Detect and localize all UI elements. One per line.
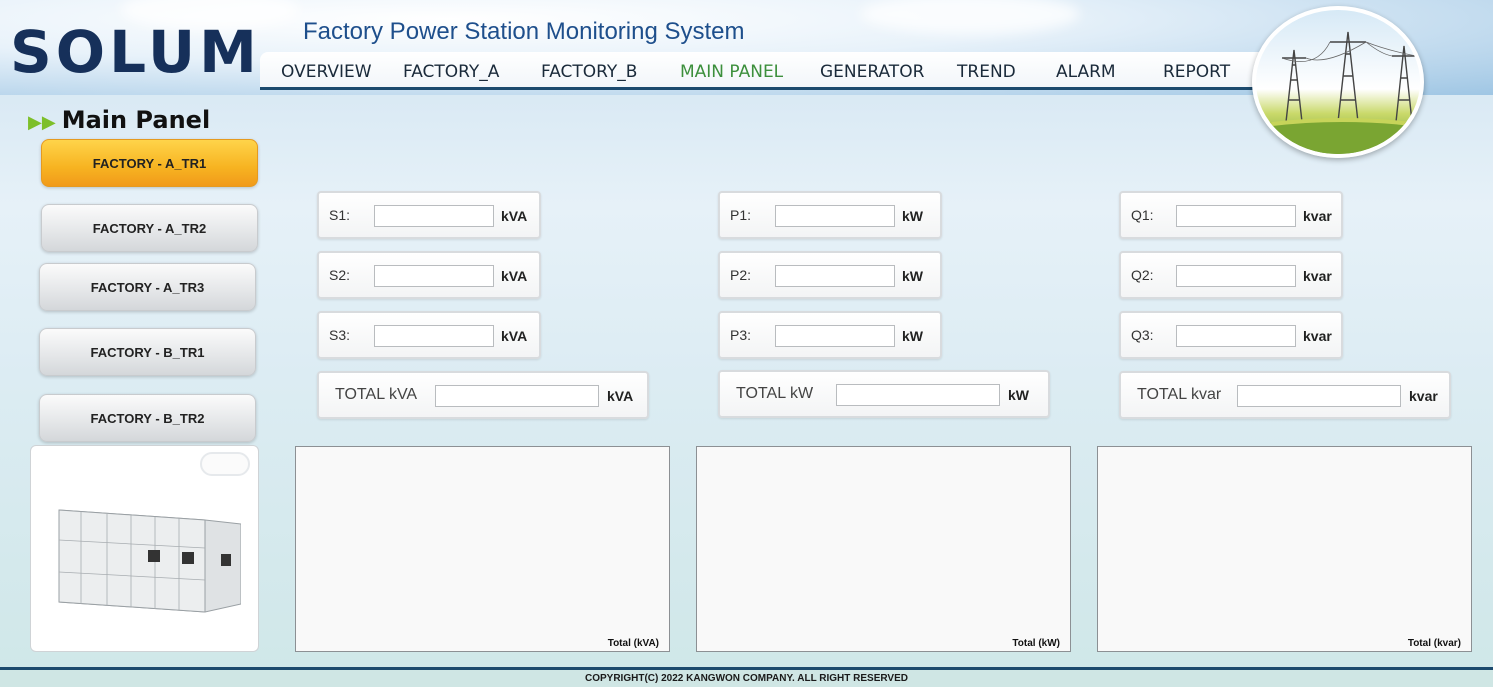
tr-button-factory-b-tr1[interactable]: FACTORY - B_TR1 (39, 328, 256, 376)
tr-button-factory-a-tr1[interactable]: FACTORY - A_TR1 (41, 139, 258, 187)
chart-title: Total (kVA) (607, 638, 659, 649)
unit-label: kvar (1409, 388, 1438, 404)
app-title: Factory Power Station Monitoring System (303, 18, 745, 45)
nav-item-factory-b[interactable]: FACTORY_B (541, 62, 637, 82)
unit-label: kW (902, 268, 923, 284)
p2-input[interactable] (775, 265, 895, 287)
field-s3: S3: kVA (317, 311, 541, 359)
nav-item-trend[interactable]: TREND (957, 62, 1016, 82)
field-total-kvar: TOTAL kvar kvar (1119, 371, 1451, 419)
q3-input[interactable] (1176, 325, 1296, 347)
field-label: S1: (329, 207, 351, 223)
total-kva-input[interactable] (435, 385, 599, 407)
field-q1: Q1: kvar (1119, 191, 1343, 239)
chart-title: Total (kW) (1012, 638, 1060, 649)
field-q2: Q2: kvar (1119, 251, 1343, 299)
field-label: S2: (329, 267, 351, 283)
field-label: P1: (730, 207, 752, 223)
field-p2: P2: kW (718, 251, 942, 299)
field-s1: S1: kVA (317, 191, 541, 239)
field-q3: Q3: kvar (1119, 311, 1343, 359)
double-arrow-icon: ▶▶ (28, 112, 56, 133)
tr-button-factory-a-tr2[interactable]: FACTORY - A_TR2 (41, 204, 258, 252)
panel-toggle-pill[interactable] (200, 452, 250, 476)
unit-label: kVA (501, 268, 528, 284)
unit-label: kVA (501, 328, 528, 344)
total-kw-input[interactable] (836, 384, 1000, 406)
unit-label: kW (902, 208, 923, 224)
chart-total-kvar: Total (kvar) (1097, 446, 1472, 652)
nav-item-overview[interactable]: OVERVIEW (281, 62, 372, 82)
unit-label: kvar (1303, 328, 1332, 344)
unit-label: kVA (607, 388, 634, 404)
field-label: TOTAL kW (736, 385, 814, 402)
unit-label: kW (902, 328, 923, 344)
power-tower-icon (1256, 31, 1420, 154)
tr-button-factory-b-tr2[interactable]: FACTORY - B_TR2 (39, 394, 256, 442)
q2-input[interactable] (1176, 265, 1296, 287)
field-p1: P1: kW (718, 191, 942, 239)
field-label: TOTAL kvar (1137, 386, 1222, 403)
unit-label: kW (1008, 387, 1029, 403)
field-label: S3: (329, 327, 351, 343)
nav-item-generator[interactable]: GENERATOR (820, 62, 924, 82)
field-label: P3: (730, 327, 752, 343)
field-label: P2: (730, 267, 752, 283)
chart-total-kva: Total (kVA) (295, 446, 670, 652)
unit-label: kvar (1303, 208, 1332, 224)
field-s2: S2: kVA (317, 251, 541, 299)
field-p3: P3: kW (718, 311, 942, 359)
p3-input[interactable] (775, 325, 895, 347)
unit-label: kVA (501, 208, 528, 224)
p1-input[interactable] (775, 205, 895, 227)
field-label: Q2: (1131, 267, 1154, 283)
s3-input[interactable] (374, 325, 494, 347)
nav-item-alarm[interactable]: ALARM (1056, 62, 1116, 82)
company-logo: SOLUM (10, 18, 261, 86)
total-kvar-input[interactable] (1237, 385, 1401, 407)
electrical-cabinet-icon (58, 509, 241, 613)
nav-item-factory-a[interactable]: FACTORY_A (403, 62, 499, 82)
field-label: Q1: (1131, 207, 1154, 223)
nav-item-report[interactable]: REPORT (1163, 62, 1230, 82)
field-total-kva: TOTAL kVA kVA (317, 371, 649, 419)
page-title: ▶▶ Main Panel (28, 106, 210, 134)
chart-title: Total (kvar) (1407, 638, 1461, 649)
field-label: Q3: (1131, 327, 1154, 343)
q1-input[interactable] (1176, 205, 1296, 227)
field-total-kw: TOTAL kW kW (718, 370, 1050, 418)
footer-copyright: COPYRIGHT(C) 2022 KANGWON COMPANY. ALL R… (0, 670, 1493, 687)
tr-button-factory-a-tr3[interactable]: FACTORY - A_TR3 (39, 263, 256, 311)
main-panel-image-box (30, 445, 259, 652)
nav-item-main-panel[interactable]: MAIN PANEL (680, 62, 783, 82)
chart-total-kw: Total (kW) (696, 446, 1071, 652)
field-label: TOTAL kVA (335, 386, 418, 403)
power-tower-image (1252, 6, 1424, 158)
page-title-text: Main Panel (61, 106, 211, 134)
unit-label: kvar (1303, 268, 1332, 284)
s2-input[interactable] (374, 265, 494, 287)
s1-input[interactable] (374, 205, 494, 227)
